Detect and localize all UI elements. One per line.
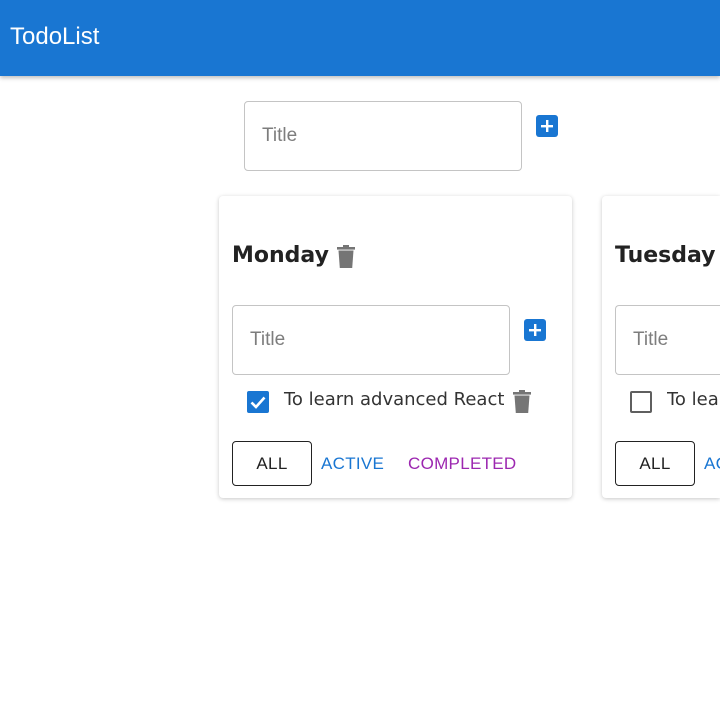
task-label: To lea <box>667 389 719 410</box>
filter-active-button[interactable]: ACTIVE <box>321 441 384 486</box>
add-task-field[interactable] <box>615 305 720 375</box>
app-title: TodoList <box>10 23 100 50</box>
filter-all-button[interactable]: ALL <box>615 441 695 486</box>
add-task-field[interactable] <box>232 305 510 375</box>
new-list-input[interactable] <box>245 102 521 170</box>
list-title: Monday <box>232 243 329 268</box>
add-task-input[interactable] <box>233 306 509 374</box>
task-checkbox[interactable] <box>630 391 652 413</box>
add-task-input[interactable] <box>616 306 720 374</box>
task-label: To learn advanced React <box>284 389 505 410</box>
task-checkbox[interactable] <box>247 391 269 413</box>
app-bar: TodoList <box>0 0 720 76</box>
delete-list-button[interactable] <box>337 245 355 268</box>
filter-active-button[interactable]: AC <box>704 441 720 486</box>
list-title: Tuesday <box>615 243 716 268</box>
plus-icon <box>541 120 553 132</box>
new-list-field[interactable] <box>244 101 522 171</box>
add-list-button[interactable] <box>536 115 558 137</box>
trash-icon <box>337 245 355 268</box>
plus-icon <box>529 324 541 336</box>
check-icon <box>250 396 266 409</box>
filter-all-button[interactable]: ALL <box>232 441 312 486</box>
add-task-button[interactable] <box>524 319 546 341</box>
trash-icon <box>513 390 531 413</box>
filter-completed-button[interactable]: COMPLETED <box>408 441 517 486</box>
delete-task-button[interactable] <box>513 390 531 413</box>
